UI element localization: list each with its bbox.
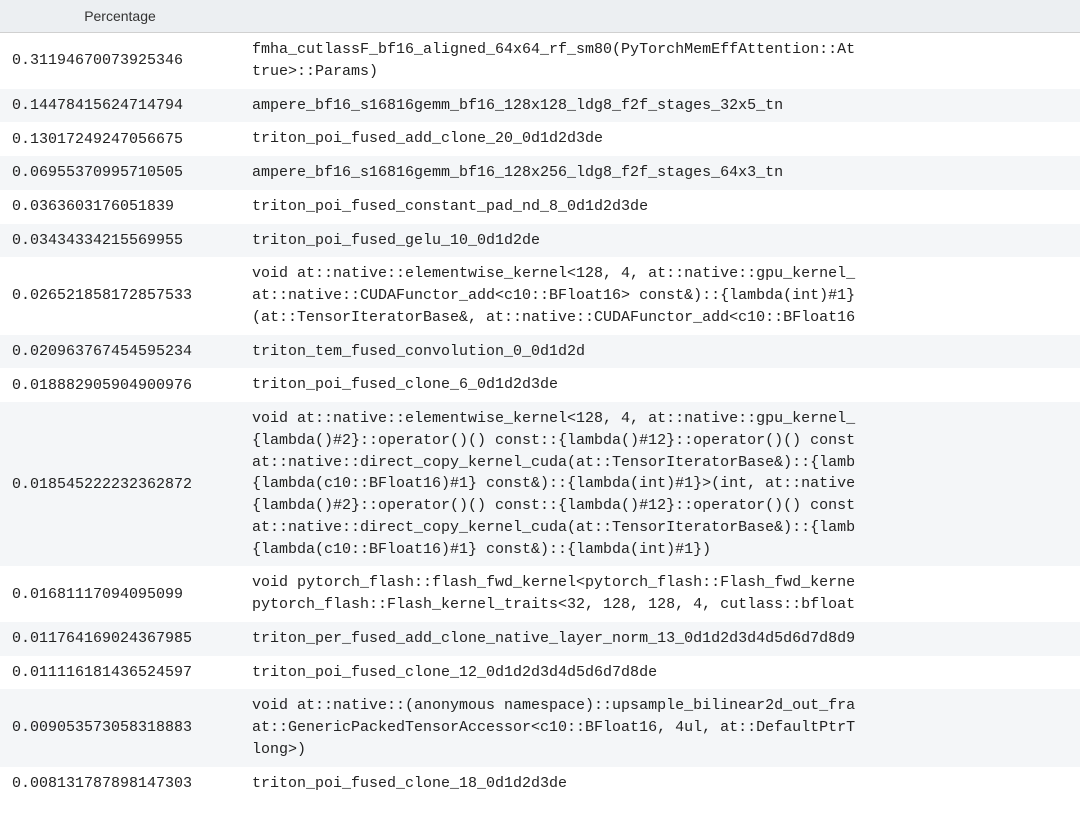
percentage-cell: 0.31194670073925346 <box>0 33 240 89</box>
percentage-cell: 0.03434334215569955 <box>0 224 240 258</box>
kernel-name-cell: triton_poi_fused_clone_6_0d1d2d3de <box>240 368 1080 402</box>
profiler-table: Percentage 0.31194670073925346fmha_cutla… <box>0 0 1080 800</box>
kernel-name-cell: triton_poi_fused_clone_12_0d1d2d3d4d5d6d… <box>240 656 1080 690</box>
table-row[interactable]: 0.13017249247056675triton_poi_fused_add_… <box>0 122 1080 156</box>
percentage-cell: 0.020963767454595234 <box>0 335 240 369</box>
kernel-name-cell: ampere_bf16_s16816gemm_bf16_128x256_ldg8… <box>240 156 1080 190</box>
table-row[interactable]: 0.009053573058318883void at::native::(an… <box>0 689 1080 766</box>
kernel-name-cell: triton_per_fused_add_clone_native_layer_… <box>240 622 1080 656</box>
table-row[interactable]: 0.011116181436524597triton_poi_fused_clo… <box>0 656 1080 690</box>
percentage-cell: 0.008131787898147303 <box>0 767 240 801</box>
table-row[interactable]: 0.011764169024367985triton_per_fused_add… <box>0 622 1080 656</box>
table-row[interactable]: 0.026521858172857533void at::native::ele… <box>0 257 1080 334</box>
table-header-row: Percentage <box>0 0 1080 33</box>
percentage-cell: 0.026521858172857533 <box>0 257 240 334</box>
table-row[interactable]: 0.06955370995710505ampere_bf16_s16816gem… <box>0 156 1080 190</box>
kernel-name-cell: void pytorch_flash::flash_fwd_kernel<pyt… <box>240 566 1080 622</box>
percentage-cell: 0.011764169024367985 <box>0 622 240 656</box>
table-row[interactable]: 0.020963767454595234triton_tem_fused_con… <box>0 335 1080 369</box>
kernel-name-cell: void at::native::elementwise_kernel<128,… <box>240 402 1080 566</box>
column-header-name[interactable] <box>240 0 1080 33</box>
table-row[interactable]: 0.31194670073925346fmha_cutlassF_bf16_al… <box>0 33 1080 89</box>
table-row[interactable]: 0.018882905904900976triton_poi_fused_clo… <box>0 368 1080 402</box>
percentage-cell: 0.01681117094095099 <box>0 566 240 622</box>
percentage-cell: 0.011116181436524597 <box>0 656 240 690</box>
kernel-name-cell: ampere_bf16_s16816gemm_bf16_128x128_ldg8… <box>240 89 1080 123</box>
table-row[interactable]: 0.14478415624714794ampere_bf16_s16816gem… <box>0 89 1080 123</box>
percentage-cell: 0.0363603176051839 <box>0 190 240 224</box>
kernel-name-cell: void at::native::elementwise_kernel<128,… <box>240 257 1080 334</box>
kernel-name-cell: fmha_cutlassF_bf16_aligned_64x64_rf_sm80… <box>240 33 1080 89</box>
kernel-name-cell: triton_poi_fused_add_clone_20_0d1d2d3de <box>240 122 1080 156</box>
table-row[interactable]: 0.0363603176051839triton_poi_fused_const… <box>0 190 1080 224</box>
percentage-cell: 0.018545222232362872 <box>0 402 240 566</box>
percentage-cell: 0.009053573058318883 <box>0 689 240 766</box>
table-body: 0.31194670073925346fmha_cutlassF_bf16_al… <box>0 33 1080 801</box>
table-row[interactable]: 0.018545222232362872void at::native::ele… <box>0 402 1080 566</box>
kernel-name-cell: triton_poi_fused_constant_pad_nd_8_0d1d2… <box>240 190 1080 224</box>
kernel-name-cell: triton_tem_fused_convolution_0_0d1d2d <box>240 335 1080 369</box>
percentage-cell: 0.13017249247056675 <box>0 122 240 156</box>
table-row[interactable]: 0.03434334215569955triton_poi_fused_gelu… <box>0 224 1080 258</box>
column-header-percentage[interactable]: Percentage <box>0 0 240 33</box>
percentage-cell: 0.14478415624714794 <box>0 89 240 123</box>
table-row[interactable]: 0.008131787898147303triton_poi_fused_clo… <box>0 767 1080 801</box>
kernel-name-cell: void at::native::(anonymous namespace)::… <box>240 689 1080 766</box>
kernel-name-cell: triton_poi_fused_clone_18_0d1d2d3de <box>240 767 1080 801</box>
kernel-name-cell: triton_poi_fused_gelu_10_0d1d2de <box>240 224 1080 258</box>
percentage-cell: 0.018882905904900976 <box>0 368 240 402</box>
table-row[interactable]: 0.01681117094095099void pytorch_flash::f… <box>0 566 1080 622</box>
percentage-cell: 0.06955370995710505 <box>0 156 240 190</box>
